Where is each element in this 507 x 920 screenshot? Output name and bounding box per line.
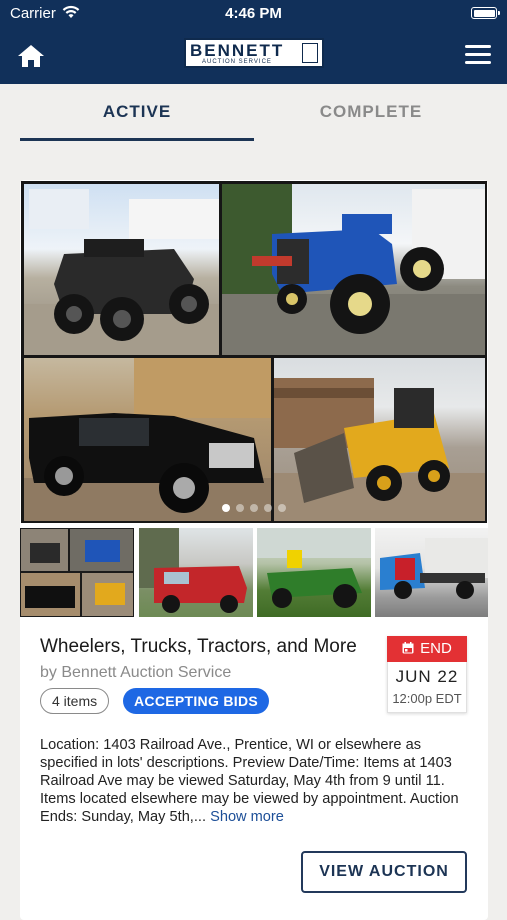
- auctioneer-byline: by Bennett Auction Service: [40, 664, 232, 681]
- status-badge: ACCEPTING BIDS: [123, 688, 269, 714]
- items-count-badge: 4 items: [40, 688, 110, 714]
- end-date-header: END: [387, 636, 467, 662]
- show-more-link[interactable]: Show more: [210, 809, 284, 825]
- logo: BENNETT AUCTION SERVICE: [184, 38, 324, 68]
- thumbnail-strip: [20, 528, 488, 618]
- carousel-indicator: [21, 499, 487, 517]
- auction-description: Location: 1403 Railroad Ave., Prentice, …: [40, 736, 468, 826]
- thumbnail-tow-truck[interactable]: [375, 528, 488, 617]
- active-tab-indicator: [20, 138, 254, 141]
- view-auction-button[interactable]: VIEW AUCTION: [301, 851, 467, 893]
- tab-bar: ACTIVE COMPLETE: [0, 84, 507, 144]
- atv-photo: [24, 184, 219, 355]
- tab-complete[interactable]: COMPLETE: [254, 102, 488, 122]
- carousel-dot[interactable]: [278, 504, 286, 512]
- calendar-icon: [402, 642, 414, 654]
- battery-icon: [471, 7, 500, 19]
- carousel-dot[interactable]: [236, 504, 244, 512]
- thumbnail-fire-truck[interactable]: [139, 528, 253, 617]
- tractor-photo: [222, 184, 485, 355]
- end-date-box: END JUN 22 12:00p EDT: [387, 636, 467, 713]
- photo-carousel[interactable]: [21, 181, 487, 523]
- logo-subtext: AUCTION SERVICE: [202, 59, 272, 65]
- auction-title[interactable]: Wheelers, Trucks, Tractors, and More: [40, 636, 380, 658]
- end-date: JUN 22: [395, 667, 459, 686]
- carousel-dot[interactable]: [264, 504, 272, 512]
- end-time: 12:00p EDT: [392, 691, 462, 706]
- clock: 4:46 PM: [225, 5, 282, 22]
- wheel-loader-photo: [274, 358, 485, 521]
- hamburger-menu-icon[interactable]: [465, 45, 491, 67]
- carousel-dot[interactable]: [250, 504, 258, 512]
- nav-bar: BENNETT AUCTION SERVICE: [0, 28, 507, 84]
- status-bar: Carrier 4:46 PM: [0, 0, 507, 28]
- thumbnail-collage[interactable]: [20, 528, 134, 617]
- carousel-dot[interactable]: [222, 504, 230, 512]
- tab-active[interactable]: ACTIVE: [20, 102, 254, 122]
- auction-card: Wheelers, Trucks, Tractors, and More by …: [20, 180, 488, 920]
- pickup-truck-photo: [24, 358, 271, 521]
- home-icon[interactable]: [16, 42, 46, 70]
- logo-text: BENNETT: [190, 41, 285, 60]
- end-label: END: [420, 640, 452, 657]
- thumbnail-riding-mower[interactable]: [257, 528, 371, 617]
- logo-seal-icon: [302, 43, 318, 63]
